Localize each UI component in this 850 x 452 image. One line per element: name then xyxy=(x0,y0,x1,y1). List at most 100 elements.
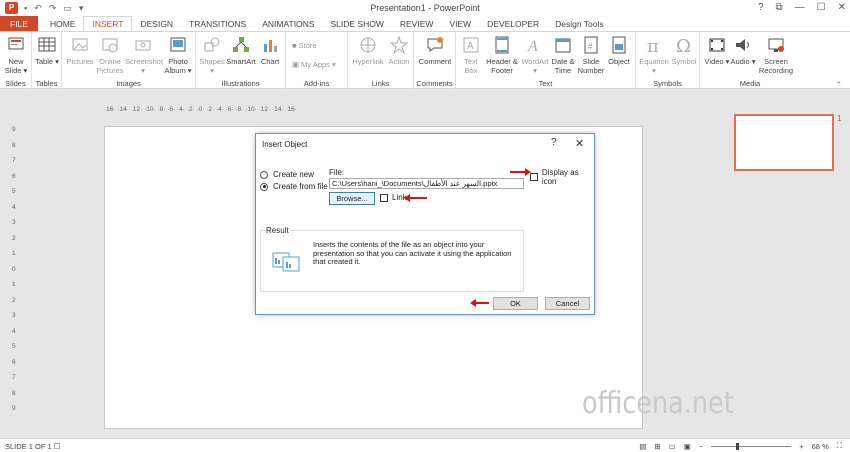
group-label-media: Media xyxy=(739,79,761,88)
collapse-ribbon-icon[interactable]: ⌃ xyxy=(836,80,842,89)
create-new-label: Create new xyxy=(273,170,314,179)
minimize-button[interactable]: — xyxy=(795,2,805,13)
slide-sorter-icon[interactable]: ⊞ xyxy=(654,442,660,451)
vertical-ruler-tick: 7 xyxy=(12,157,16,164)
smartart-button[interactable]: SmartArt xyxy=(225,35,257,66)
comment-button[interactable]: Comment xyxy=(417,35,453,66)
ribbon-display-options-icon[interactable]: ⧉ xyxy=(776,2,783,13)
browse-button[interactable]: Browse... xyxy=(329,192,375,205)
screen-recording-button[interactable]: Screen Recording xyxy=(756,35,796,75)
symbol-icon: Ω xyxy=(676,36,691,55)
tab-animations[interactable]: ANIMATIONS xyxy=(254,16,322,32)
vertical-ruler-tick: 7 xyxy=(12,374,16,381)
help-icon[interactable]: ? xyxy=(758,2,764,13)
store-button[interactable]: ■ Store xyxy=(292,41,317,50)
my-apps-button[interactable]: ▣ My Apps ▾ xyxy=(292,60,336,69)
slide-number-button[interactable]: # Slide Number xyxy=(577,35,605,75)
photo-album-button[interactable]: Photo Album ▾ xyxy=(161,35,195,75)
zoom-slider-thumb[interactable] xyxy=(736,442,740,450)
tab-home[interactable]: HOME xyxy=(42,16,84,32)
create-new-option[interactable]: Create new xyxy=(260,170,314,179)
create-from-file-option[interactable]: Create from file xyxy=(260,182,328,191)
wordart-button[interactable]: A WordArt ▾ xyxy=(521,35,549,75)
create-from-file-radio[interactable] xyxy=(260,182,268,191)
file-path-input[interactable] xyxy=(329,178,524,189)
ribbon-tabs: FILE HOME INSERT DESIGN TRANSITIONS ANIM… xyxy=(0,16,850,32)
vertical-ruler-tick: 9 xyxy=(12,405,16,412)
tab-review[interactable]: REVIEW xyxy=(392,16,442,32)
dialog-help-icon[interactable]: ? xyxy=(551,137,557,148)
zoom-out-icon[interactable]: − xyxy=(699,442,703,451)
symbol-button[interactable]: Ω Symbol xyxy=(670,35,698,66)
action-button[interactable]: Action xyxy=(386,35,412,66)
tab-transitions[interactable]: TRANSITIONS xyxy=(181,16,254,32)
tab-design-tools[interactable]: Design Tools xyxy=(547,16,612,32)
equation-button[interactable]: π Equation ▾ xyxy=(638,35,670,75)
display-as-icon-option[interactable]: Display as icon xyxy=(530,168,594,186)
slide-thumbnail[interactable] xyxy=(734,114,834,171)
screenshot-icon xyxy=(135,40,151,51)
vertical-ruler-tick: 1 xyxy=(12,281,16,288)
display-as-icon-label: Display as icon xyxy=(541,168,579,186)
video-button[interactable]: Video ▾ xyxy=(704,35,730,66)
vertical-ruler: 9 8 7 6 5 4 3 2 1 0 1 2 3 4 5 6 7 8 9 xyxy=(12,126,22,426)
tab-developer[interactable]: DEVELOPER xyxy=(479,16,547,32)
shapes-button[interactable]: Shapes ▾ xyxy=(199,35,225,75)
date-time-button[interactable]: Date & Time xyxy=(549,35,577,75)
ok-arrow-annotation xyxy=(470,299,489,307)
header-footer-button[interactable]: Header & Footer xyxy=(483,35,521,75)
cancel-button[interactable]: Cancel xyxy=(545,297,590,310)
vertical-ruler-tick: 6 xyxy=(12,172,16,180)
audio-button[interactable]: Audio ▾ xyxy=(730,35,756,66)
zoom-slider[interactable] xyxy=(711,442,792,450)
slideshow-view-icon[interactable]: ▣ xyxy=(684,442,691,451)
group-links: Hyperlink Action Links xyxy=(348,32,414,89)
vertical-ruler-tick: 0 xyxy=(12,265,16,273)
object-button[interactable]: Object xyxy=(605,35,633,66)
group-label-illustrations: Illustrations xyxy=(221,79,260,88)
normal-view-icon[interactable]: ▤ xyxy=(639,442,646,451)
tab-insert[interactable]: INSERT xyxy=(83,16,133,32)
pictures-button[interactable]: Pictures xyxy=(65,35,95,66)
wordart-icon: A xyxy=(527,38,538,55)
hyperlink-button[interactable]: Hyperlink xyxy=(350,35,386,66)
result-description: Inserts the contents of the file as an o… xyxy=(313,240,512,266)
new-slide-button[interactable]: New Slide ▾ xyxy=(2,35,30,75)
text-box-button[interactable]: A Text Box xyxy=(459,35,483,75)
link-checkbox[interactable] xyxy=(380,193,388,202)
zoom-level[interactable]: 68 % xyxy=(812,442,829,451)
create-new-radio[interactable] xyxy=(260,170,268,179)
maximize-button[interactable]: ☐ xyxy=(817,2,826,13)
tab-slide-show[interactable]: SLIDE SHOW xyxy=(323,16,392,32)
embedded-object-icon xyxy=(272,252,300,272)
reading-view-icon[interactable]: ▭ xyxy=(669,442,676,451)
link-option[interactable]: Link xyxy=(380,193,407,202)
dialog-close-icon[interactable]: ✕ xyxy=(575,137,584,150)
tab-file[interactable]: FILE xyxy=(0,16,38,32)
online-pictures-button[interactable]: Online Pictures xyxy=(95,35,125,75)
close-button[interactable]: ✕ xyxy=(838,2,846,13)
action-icon xyxy=(389,35,409,55)
vertical-ruler-tick: 5 xyxy=(12,188,16,195)
vertical-ruler-tick: 2 xyxy=(12,296,16,304)
group-label-addins: Add-ins xyxy=(303,79,330,88)
screenshot-button[interactable]: Screenshot ▾ xyxy=(125,35,163,75)
ok-button[interactable]: OK xyxy=(493,297,538,310)
spelling-check-icon[interactable]: ☐ xyxy=(54,442,61,451)
group-label-images: Images xyxy=(116,79,141,88)
display-as-icon-checkbox[interactable] xyxy=(530,173,538,181)
svg-text:#: # xyxy=(588,42,593,51)
fit-to-window-icon[interactable]: ⛶ xyxy=(837,441,842,451)
screen-recording-icon xyxy=(768,38,784,52)
create-from-file-label: Create from file xyxy=(273,182,328,191)
chart-button[interactable]: Chart xyxy=(257,35,283,66)
table-button[interactable]: Table ▾ xyxy=(34,35,60,66)
insert-object-dialog: Insert Object ? ✕ Create new Create from… xyxy=(255,133,595,315)
tab-design[interactable]: DESIGN xyxy=(132,16,181,32)
group-label-comments: Comments xyxy=(416,79,453,88)
zoom-in-icon[interactable]: + xyxy=(799,442,803,451)
vertical-ruler-tick: 6 xyxy=(12,358,16,366)
file-label: File: xyxy=(329,168,345,177)
svg-text:π: π xyxy=(647,36,659,55)
tab-view[interactable]: VIEW xyxy=(441,16,479,32)
